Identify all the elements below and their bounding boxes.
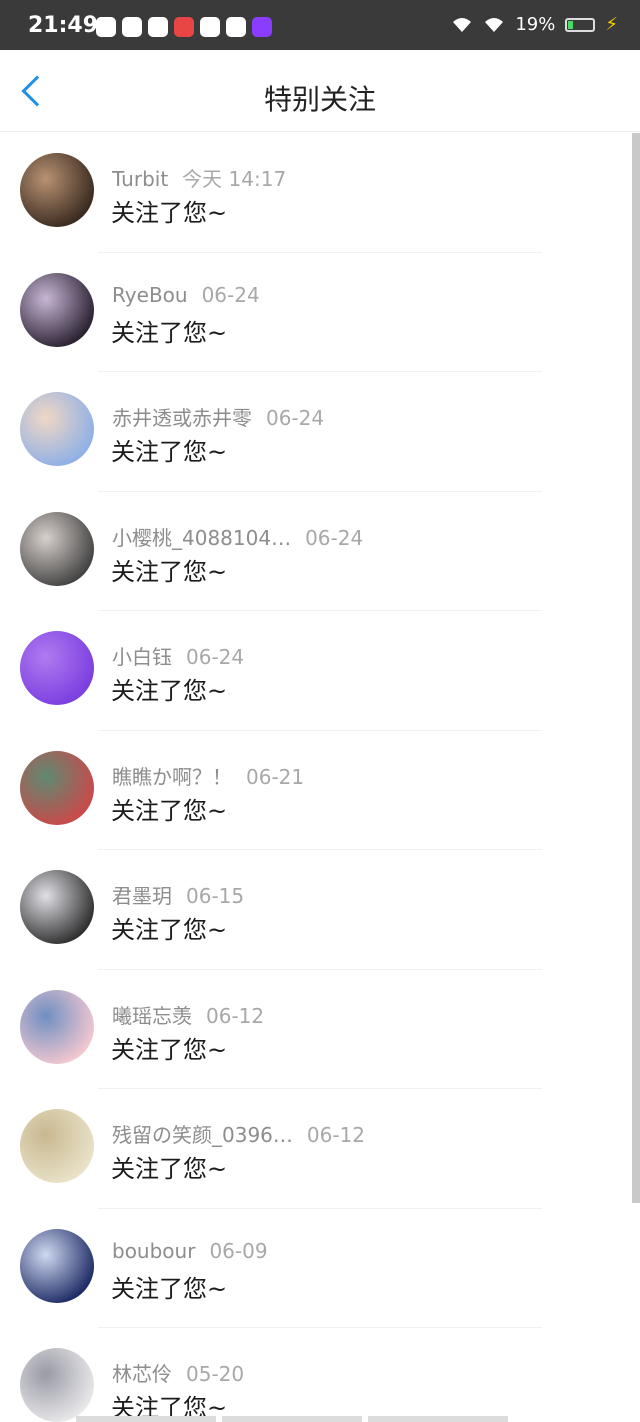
timestamp: 06-21 xyxy=(246,764,305,789)
charging-icon: ⚡ xyxy=(605,14,618,35)
name-line: 赤井透或赤井零 06-24 xyxy=(112,402,324,431)
avatar[interactable] xyxy=(20,989,94,1064)
notification-icons xyxy=(96,17,272,37)
list-item[interactable]: RyeBou 06-24 关注了您~ xyxy=(0,253,632,372)
user-name[interactable]: 小樱桃_4088104… xyxy=(112,526,291,550)
wifi-icon xyxy=(485,17,504,32)
timestamp: 今天 14:17 xyxy=(182,167,287,191)
notification-icon xyxy=(252,17,272,37)
name-line: RyeBou 06-24 xyxy=(112,283,260,307)
user-name[interactable]: 赤井透或赤井零 xyxy=(112,406,252,430)
user-name[interactable]: 瞧瞧か啊？！ xyxy=(112,765,232,789)
battery-icon xyxy=(565,17,596,32)
list-item[interactable]: 残留の笑颜_0396… 06-12 关注了您~ xyxy=(0,1089,632,1209)
name-line: Turbit 今天 14:17 xyxy=(112,163,286,192)
message-text: 关注了您~ xyxy=(111,557,228,586)
notification-icon xyxy=(96,17,116,37)
user-name[interactable]: 小白钰 xyxy=(112,645,172,669)
battery-percentage: 19% xyxy=(515,14,556,35)
follow-list: Turbit 今天 14:17 关注了您~ RyeBou 06-24 关注了您~ 赤井透或赤… xyxy=(0,133,632,1422)
message-text: 关注了您~ xyxy=(111,1274,228,1303)
avatar[interactable] xyxy=(20,1228,94,1303)
message-text: 关注了您~ xyxy=(111,438,228,466)
avatar[interactable] xyxy=(20,392,94,466)
list-item[interactable]: 林芯伶 05-20 关注了您~ xyxy=(0,1328,632,1422)
avatar[interactable] xyxy=(20,153,94,227)
user-name[interactable]: 残留の笑颜_0396… xyxy=(112,1123,293,1147)
gesture-bar xyxy=(0,1416,640,1422)
user-name[interactable]: boubour xyxy=(112,1239,195,1263)
scrollbar[interactable] xyxy=(632,133,640,1203)
notification-icon xyxy=(200,17,220,37)
list-item[interactable]: 小樱桃_4088104… 06-24 关注了您~ xyxy=(0,492,632,611)
notification-icon xyxy=(174,17,194,37)
name-line: 瞧瞧か啊？！ 06-21 xyxy=(112,761,304,790)
user-name[interactable]: RyeBou xyxy=(112,283,188,307)
status-time: 21:49 xyxy=(28,13,99,38)
list-item[interactable]: 君墨玥 06-15 关注了您~ xyxy=(0,850,632,970)
notification-icon xyxy=(226,17,246,37)
timestamp: 06-24 xyxy=(266,406,325,430)
user-name[interactable]: Turbit xyxy=(112,167,168,191)
name-line: 林芯伶 05-20 xyxy=(112,1358,244,1387)
page-title: 特别关注 xyxy=(263,83,376,116)
list-item[interactable]: 赤井透或赤井零 06-24 关注了您~ xyxy=(0,372,632,492)
avatar[interactable] xyxy=(20,750,94,825)
name-line: 曦瑶忘羡 06-12 xyxy=(112,1000,264,1029)
list-item[interactable]: 小白钰 06-24 关注了您~ xyxy=(0,611,632,731)
list-item[interactable]: Turbit 今天 14:17 关注了您~ xyxy=(0,133,632,253)
timestamp: 06-24 xyxy=(305,525,364,550)
message-text: 关注了您~ xyxy=(111,318,228,347)
navigation-bar: 特别关注 xyxy=(0,50,640,132)
name-line: boubour 06-09 xyxy=(112,1239,268,1263)
status-right: 19% ⚡ xyxy=(451,14,618,35)
message-text: 关注了您~ xyxy=(111,199,228,227)
avatar[interactable] xyxy=(20,631,94,705)
timestamp: 06-12 xyxy=(206,1003,265,1028)
avatar[interactable] xyxy=(20,1109,94,1183)
timestamp: 06-24 xyxy=(201,282,260,307)
timestamp: 06-12 xyxy=(306,1123,366,1147)
avatar[interactable] xyxy=(20,511,94,586)
message-text: 关注了您~ xyxy=(111,1155,228,1183)
status-bar: 21:49 19% ⚡ xyxy=(0,0,640,50)
timestamp: 06-24 xyxy=(186,645,245,669)
user-name[interactable]: 君墨玥 xyxy=(112,884,172,908)
timestamp: 06-15 xyxy=(186,884,245,908)
timestamp: 06-09 xyxy=(209,1238,268,1263)
name-line: 小樱桃_4088104… 06-24 xyxy=(112,522,363,551)
notification-icon xyxy=(122,17,142,37)
name-line: 君墨玥 06-15 xyxy=(112,880,244,909)
list-item[interactable]: boubour 06-09 关注了您~ xyxy=(0,1209,632,1328)
name-line: 残留の笑颜_0396… 06-12 xyxy=(112,1119,365,1148)
avatar[interactable] xyxy=(20,272,94,347)
user-name[interactable]: 林芯伶 xyxy=(112,1362,172,1386)
avatar[interactable] xyxy=(20,1348,94,1422)
message-text: 关注了您~ xyxy=(111,1035,228,1064)
notification-icon xyxy=(148,17,168,37)
user-name[interactable]: 曦瑶忘羡 xyxy=(112,1004,192,1028)
wifi-icon xyxy=(453,17,472,32)
avatar[interactable] xyxy=(20,870,94,944)
timestamp: 05-20 xyxy=(186,1362,245,1386)
message-text: 关注了您~ xyxy=(111,677,228,705)
message-text: 关注了您~ xyxy=(111,916,228,944)
list-item[interactable]: 曦瑶忘羡 06-12 关注了您~ xyxy=(0,970,632,1089)
name-line: 小白钰 06-24 xyxy=(112,641,244,670)
list-item[interactable]: 瞧瞧か啊？！ 06-21 关注了您~ xyxy=(0,731,632,850)
message-text: 关注了您~ xyxy=(111,796,228,825)
